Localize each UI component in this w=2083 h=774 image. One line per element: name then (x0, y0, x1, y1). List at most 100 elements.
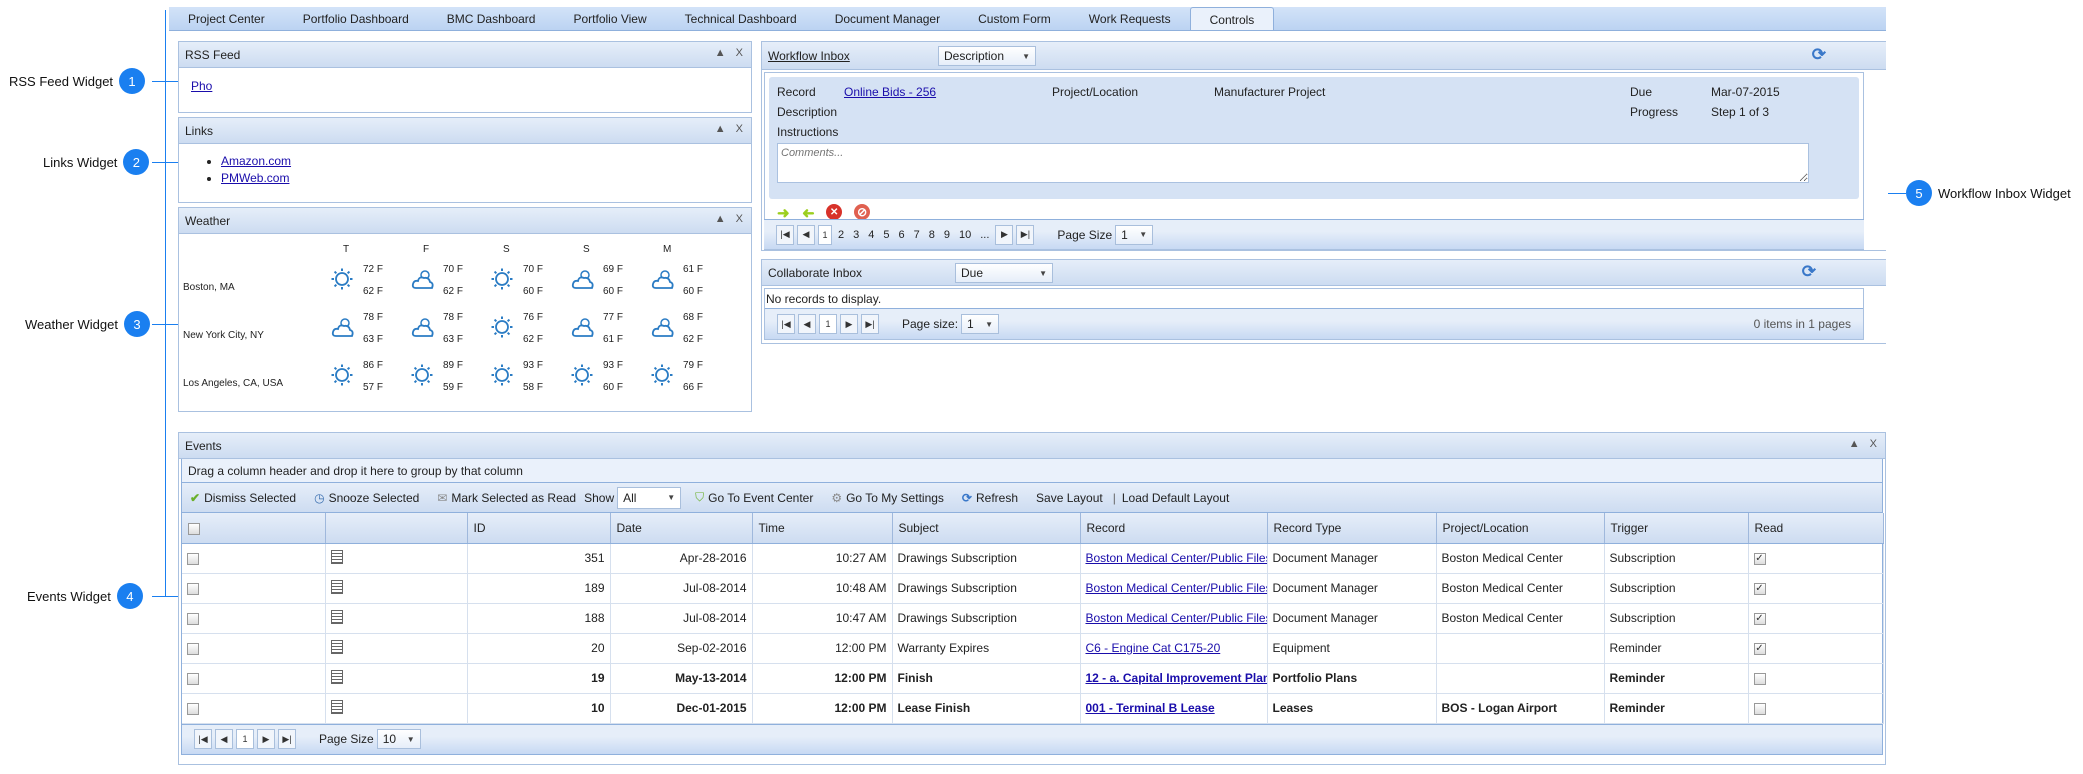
page-button[interactable]: 1 (818, 224, 832, 245)
column-header[interactable]: Trigger (1604, 513, 1749, 544)
first-page-button[interactable]: |◀ (776, 224, 794, 245)
column-header[interactable]: ID (467, 513, 611, 544)
read-checkbox[interactable]: ✓ (1753, 612, 1766, 625)
cancel-icon[interactable]: ⊘ (854, 204, 871, 220)
record-link[interactable]: 001 - Terminal B Lease (1086, 701, 1215, 715)
page-size-select[interactable]: 1 ▼ (1115, 224, 1154, 245)
record-link[interactable]: Boston Medical Center/Public Files/Dr (1086, 581, 1267, 595)
prev-page-button[interactable]: ◀ (798, 314, 816, 334)
select-all-checkbox[interactable] (188, 522, 200, 535)
collapse-icon[interactable]: ▲ (715, 213, 726, 225)
tab-controls[interactable]: Controls (1189, 7, 1275, 30)
close-icon[interactable]: X (736, 47, 743, 59)
table-row[interactable]: 19 May-13-2014 12:00 PM Finish 12 - a. Capit… (182, 663, 1884, 694)
row-checkbox[interactable] (187, 582, 199, 595)
go-to-settings-button[interactable]: ⚙ Go To My Settings (831, 491, 944, 505)
collapse-icon[interactable]: ▲ (715, 123, 726, 135)
dismiss-selected-button[interactable]: ✔ Dismiss Selected (190, 491, 296, 505)
mark-read-button[interactable]: ✉ Mark Selected as Read (437, 491, 576, 505)
collaborate-sort-select[interactable]: Due ▼ (955, 263, 1053, 283)
details-icon[interactable] (330, 579, 343, 594)
tab-work-requests[interactable]: Work Requests (1070, 7, 1190, 30)
read-checkbox[interactable] (1753, 702, 1766, 715)
column-header[interactable]: Project/Location (1436, 513, 1605, 544)
page-button[interactable]: 10 (956, 229, 974, 241)
save-layout-button[interactable]: Save Layout (1036, 491, 1103, 505)
row-checkbox[interactable] (187, 702, 199, 715)
record-link[interactable]: Boston Medical Center/Public Files/Dr (1086, 551, 1267, 565)
tab-technical-dashboard[interactable]: Technical Dashboard (666, 7, 816, 30)
column-header[interactable]: Date (610, 513, 753, 544)
show-select[interactable]: All ▼ (617, 486, 682, 509)
table-row[interactable]: 20 Sep-02-2016 12:00 PM Warranty Expires C6 … (182, 633, 1884, 664)
record-link[interactable]: Boston Medical Center/Public Files/Dr (1086, 611, 1267, 625)
page-size-select[interactable]: 10 ▼ (376, 729, 421, 749)
tab-document-manager[interactable]: Document Manager (816, 7, 959, 30)
column-header[interactable] (182, 513, 326, 544)
record-link[interactable]: 12 - a. Capital Improvement Plan (1086, 671, 1267, 685)
record-link[interactable]: Online Bids - 256 (844, 85, 936, 99)
read-checkbox[interactable]: ✓ (1753, 642, 1766, 655)
tab-project-center[interactable]: Project Center (169, 7, 284, 30)
read-checkbox[interactable]: ✓ (1753, 582, 1766, 595)
link-pmweb[interactable]: PMWeb.com (221, 171, 289, 185)
close-icon[interactable]: X (1870, 438, 1877, 450)
details-icon[interactable] (330, 699, 343, 714)
column-header[interactable]: Record (1080, 513, 1268, 544)
column-header[interactable] (325, 513, 468, 544)
first-page-button[interactable]: |◀ (777, 314, 795, 334)
read-checkbox[interactable]: ✓ (1753, 552, 1766, 565)
close-icon[interactable]: X (736, 123, 743, 135)
prev-page-button[interactable]: ◀ (797, 224, 815, 245)
group-drop-area[interactable]: Drag a column header and drop it here to… (182, 459, 1882, 483)
table-row[interactable]: 189 Jul-08-2014 10:48 AM Drawings Subscript… (182, 573, 1884, 604)
refresh-icon[interactable]: ⟳ (1802, 262, 1816, 282)
comments-input[interactable] (777, 143, 1809, 183)
column-header[interactable]: Subject (892, 513, 1081, 544)
details-icon[interactable] (330, 639, 343, 654)
load-default-layout-button[interactable]: Load Default Layout (1122, 491, 1229, 505)
page-button[interactable]: 3 (850, 229, 862, 241)
record-link[interactable]: C6 - Engine Cat C175-20 (1086, 641, 1221, 655)
collapse-icon[interactable]: ▲ (1849, 438, 1860, 450)
details-icon[interactable] (330, 669, 343, 684)
prev-page-button[interactable]: ◀ (215, 729, 233, 749)
column-header[interactable]: Time (752, 513, 893, 544)
last-page-button[interactable]: ▶| (1016, 224, 1035, 245)
tab-bmc-dashboard[interactable]: BMC Dashboard (428, 7, 555, 30)
read-checkbox[interactable] (1753, 672, 1766, 685)
row-checkbox[interactable] (187, 642, 199, 655)
column-header[interactable]: Record Type (1267, 513, 1437, 544)
table-row[interactable]: 351 Apr-28-2016 10:27 AM Drawings Subscript… (182, 543, 1884, 574)
last-page-button[interactable]: ▶| (861, 314, 879, 334)
next-page-button[interactable]: ▶ (840, 314, 858, 334)
close-icon[interactable]: X (736, 213, 743, 225)
details-icon[interactable] (330, 609, 343, 624)
reject-icon[interactable]: ✕ (826, 204, 843, 220)
row-checkbox[interactable] (187, 552, 199, 565)
next-page-button[interactable]: ▶ (995, 224, 1014, 245)
go-to-event-center-button[interactable]: ⛉ Go To Event Center (695, 490, 813, 505)
page-1-button[interactable]: 1 (236, 729, 254, 749)
page-button[interactable]: 2 (835, 229, 847, 241)
first-page-button[interactable]: |◀ (194, 729, 212, 749)
rss-item-link[interactable]: Pho (191, 79, 212, 93)
page-button[interactable]: 6 (896, 229, 908, 241)
table-row[interactable]: 188 Jul-08-2014 10:47 AM Drawings Subscript… (182, 603, 1884, 634)
page-button[interactable]: 7 (911, 229, 923, 241)
workflow-inbox-title[interactable]: Workflow Inbox (768, 49, 850, 63)
refresh-icon[interactable]: ⟳ (1812, 45, 1826, 65)
page-button[interactable]: 5 (880, 229, 892, 241)
column-header[interactable]: Read (1748, 513, 1884, 544)
page-size-select[interactable]: 1 ▼ (961, 314, 1000, 334)
details-icon[interactable] (330, 549, 343, 564)
next-page-button[interactable]: ▶ (257, 729, 275, 749)
page-button[interactable]: ... (977, 229, 992, 241)
tab-portfolio-dashboard[interactable]: Portfolio Dashboard (284, 7, 428, 30)
tab-portfolio-view[interactable]: Portfolio View (554, 7, 665, 30)
tab-custom-form[interactable]: Custom Form (959, 7, 1070, 30)
page-1-button[interactable]: 1 (819, 314, 837, 334)
refresh-button[interactable]: ⟳ Refresh (962, 491, 1018, 505)
collapse-icon[interactable]: ▲ (715, 47, 726, 59)
row-checkbox[interactable] (187, 612, 199, 625)
